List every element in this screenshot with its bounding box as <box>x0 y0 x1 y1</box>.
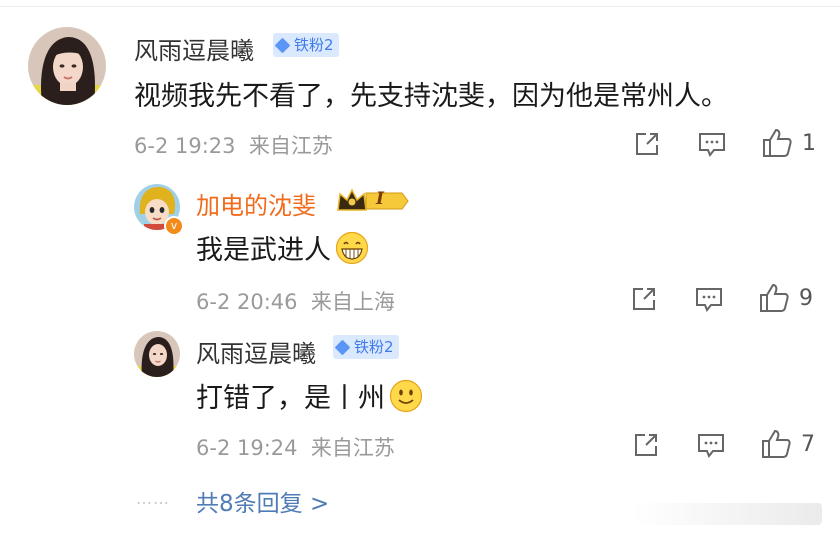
reply-time: 6-2 19:24 <box>196 436 298 460</box>
reply-text-content: 我是武进人 <box>196 235 331 266</box>
fan-badge[interactable]: 铁粉2 <box>273 33 339 57</box>
thumbs-up-icon <box>760 283 789 312</box>
top-divider <box>0 6 840 7</box>
share-button[interactable] <box>633 130 661 158</box>
grin-emoji-icon <box>335 231 369 272</box>
comment-button[interactable] <box>697 130 727 158</box>
diamond-icon <box>274 37 291 54</box>
like-count: 9 <box>799 286 813 311</box>
fan-badge-label: 铁粉2 <box>354 338 394 356</box>
comment-time: 6-2 19:23 <box>134 134 236 158</box>
comment-button[interactable] <box>696 431 726 459</box>
avatar-image <box>28 27 106 105</box>
fan-badge[interactable]: 铁粉2 <box>333 335 399 359</box>
share-button[interactable] <box>630 285 658 313</box>
fan-badge-label: 铁粉2 <box>294 36 334 54</box>
comment-username[interactable]: 风雨逗晨曦 <box>134 31 254 66</box>
comment-icon <box>696 288 722 312</box>
smile-emoji-icon <box>389 379 423 420</box>
reply-text: 打错了，是丨州 <box>196 376 423 420</box>
like-button[interactable] <box>761 127 793 159</box>
watermark <box>632 503 822 525</box>
reply-location: 来自上海 <box>310 290 395 314</box>
vip-rank-badge[interactable]: I <box>336 186 410 220</box>
comment-meta: 6-2 19:23 来自江苏 <box>134 130 333 160</box>
like-button[interactable] <box>760 428 792 460</box>
share-icon <box>633 288 655 310</box>
like-count: 7 <box>801 432 815 457</box>
avatar-image <box>134 331 180 377</box>
reply-text-content: 打错了，是丨州 <box>196 383 385 414</box>
reply-avatar[interactable] <box>134 331 180 377</box>
reply-text: 我是武进人 <box>196 228 369 272</box>
comment-button[interactable] <box>694 285 724 313</box>
thumbs-up-icon <box>762 429 791 458</box>
thumbs-up-icon <box>763 128 792 157</box>
comment-location: 来自江苏 <box>248 134 333 158</box>
reply-meta: 6-2 20:46 来自上海 <box>196 286 395 316</box>
comment-icon <box>698 434 724 458</box>
share-button[interactable] <box>632 431 660 459</box>
verified-badge: v <box>164 216 184 236</box>
reply-username[interactable]: 风雨逗晨曦 <box>196 334 316 369</box>
vip-rank-label: I <box>376 189 384 209</box>
like-count: 1 <box>802 131 816 156</box>
reply-location: 来自江苏 <box>310 436 395 460</box>
crown-icon <box>337 188 409 211</box>
reply-meta: 6-2 19:24 来自江苏 <box>196 432 395 462</box>
share-icon <box>636 133 658 155</box>
more-dots: …… <box>136 489 170 508</box>
reply-username[interactable]: 加电的沈斐 <box>196 186 316 221</box>
reply-time: 6-2 20:46 <box>196 290 298 314</box>
comment-text: 视频我先不看了，先支持沈斐，因为他是常州人。 <box>134 81 728 112</box>
diamond-icon <box>334 339 351 356</box>
view-all-replies-link[interactable]: 共8条回复 > <box>196 484 329 518</box>
share-icon <box>635 434 657 456</box>
avatar[interactable] <box>28 27 106 105</box>
like-button[interactable] <box>758 282 790 314</box>
comment-icon <box>699 133 725 157</box>
